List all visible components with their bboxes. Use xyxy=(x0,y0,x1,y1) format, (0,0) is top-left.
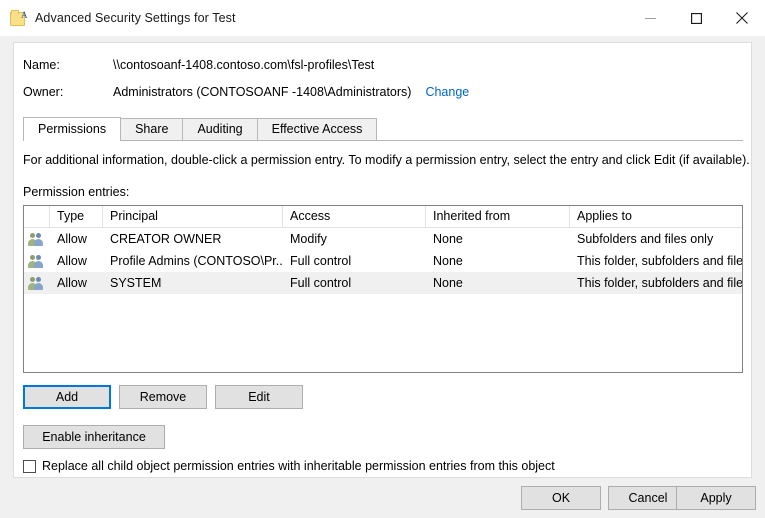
name-value: \\contosoanf-1408.contoso.com\fsl-profil… xyxy=(113,58,374,72)
security-settings-panel: Name: \\contosoanf-1408.contoso.com\fsl-… xyxy=(13,42,752,478)
tab-share[interactable]: Share xyxy=(120,118,183,140)
dialog-client-area: Name: \\contosoanf-1408.contoso.com\fsl-… xyxy=(0,36,765,518)
edit-button[interactable]: Edit xyxy=(215,385,303,409)
tab-strip: Permissions Share Auditing Effective Acc… xyxy=(23,118,743,141)
window-title: Advanced Security Settings for Test xyxy=(35,11,236,25)
column-header-principal[interactable]: Principal xyxy=(103,206,283,227)
apply-button[interactable]: Apply xyxy=(676,486,756,510)
cell-access: Modify xyxy=(283,229,426,250)
close-button[interactable] xyxy=(719,0,765,36)
owner-value: Administrators (CONTOSOANF -1408\Adminis… xyxy=(113,85,411,99)
replace-child-permissions-label: Replace all child object permission entr… xyxy=(42,459,555,473)
minimize-button[interactable] xyxy=(627,0,673,36)
folder-advanced-icon: A xyxy=(10,10,26,26)
cell-inherited-from: None xyxy=(426,251,570,272)
ok-button[interactable]: OK xyxy=(521,486,601,510)
tab-auditing[interactable]: Auditing xyxy=(182,118,257,140)
window-title-bar: A Advanced Security Settings for Test xyxy=(0,0,765,36)
name-row: Name: \\contosoanf-1408.contoso.com\fsl-… xyxy=(23,58,374,72)
cell-principal: SYSTEM xyxy=(103,273,283,294)
close-icon xyxy=(736,12,748,24)
replace-child-permissions-checkbox[interactable] xyxy=(23,460,36,473)
column-header-type[interactable]: Type xyxy=(50,206,103,227)
maximize-icon xyxy=(691,13,702,24)
enable-inheritance-button[interactable]: Enable inheritance xyxy=(23,425,165,449)
minimize-icon xyxy=(645,13,656,24)
cell-applies-to: Subfolders and files only xyxy=(570,229,742,250)
table-header-row: Type Principal Access Inherited from App… xyxy=(24,206,742,228)
change-owner-link[interactable]: Change xyxy=(425,85,469,99)
permission-entries-label: Permission entries: xyxy=(23,185,129,199)
table-row[interactable]: Allow CREATOR OWNER Modify None Subfolde… xyxy=(24,228,742,250)
maximize-button[interactable] xyxy=(673,0,719,36)
cell-applies-to: This folder, subfolders and files xyxy=(570,273,742,294)
table-row[interactable]: Allow Profile Admins (CONTOSO\Pr... Full… xyxy=(24,250,742,272)
users-icon xyxy=(24,232,50,246)
owner-label: Owner: xyxy=(23,85,113,99)
remove-button[interactable]: Remove xyxy=(119,385,207,409)
cell-principal: CREATOR OWNER xyxy=(103,229,283,250)
table-row[interactable]: Allow SYSTEM Full control None This fold… xyxy=(24,272,742,294)
users-icon xyxy=(24,276,50,290)
cell-type: Allow xyxy=(50,229,103,250)
column-header-icon[interactable] xyxy=(24,206,50,227)
cell-applies-to: This folder, subfolders and files xyxy=(570,251,742,272)
add-button[interactable]: Add xyxy=(23,385,111,409)
column-header-applies-to[interactable]: Applies to xyxy=(570,206,742,227)
cell-type: Allow xyxy=(50,251,103,272)
owner-row: Owner: Administrators (CONTOSOANF -1408\… xyxy=(23,85,469,99)
tab-permissions[interactable]: Permissions xyxy=(23,117,121,140)
replace-child-permissions-row[interactable]: Replace all child object permission entr… xyxy=(23,459,555,473)
cell-inherited-from: None xyxy=(426,273,570,294)
cell-access: Full control xyxy=(283,273,426,294)
cell-access: Full control xyxy=(283,251,426,272)
name-label: Name: xyxy=(23,58,113,72)
column-header-inherited-from[interactable]: Inherited from xyxy=(426,206,570,227)
cell-principal: Profile Admins (CONTOSO\Pr... xyxy=(103,251,283,272)
permission-entries-list[interactable]: Type Principal Access Inherited from App… xyxy=(23,205,743,373)
cell-type: Allow xyxy=(50,273,103,294)
tab-effective-access[interactable]: Effective Access xyxy=(257,118,378,140)
column-header-access[interactable]: Access xyxy=(283,206,426,227)
cell-inherited-from: None xyxy=(426,229,570,250)
instruction-text: For additional information, double-click… xyxy=(23,153,750,167)
window-controls xyxy=(627,0,765,36)
users-icon xyxy=(24,254,50,268)
